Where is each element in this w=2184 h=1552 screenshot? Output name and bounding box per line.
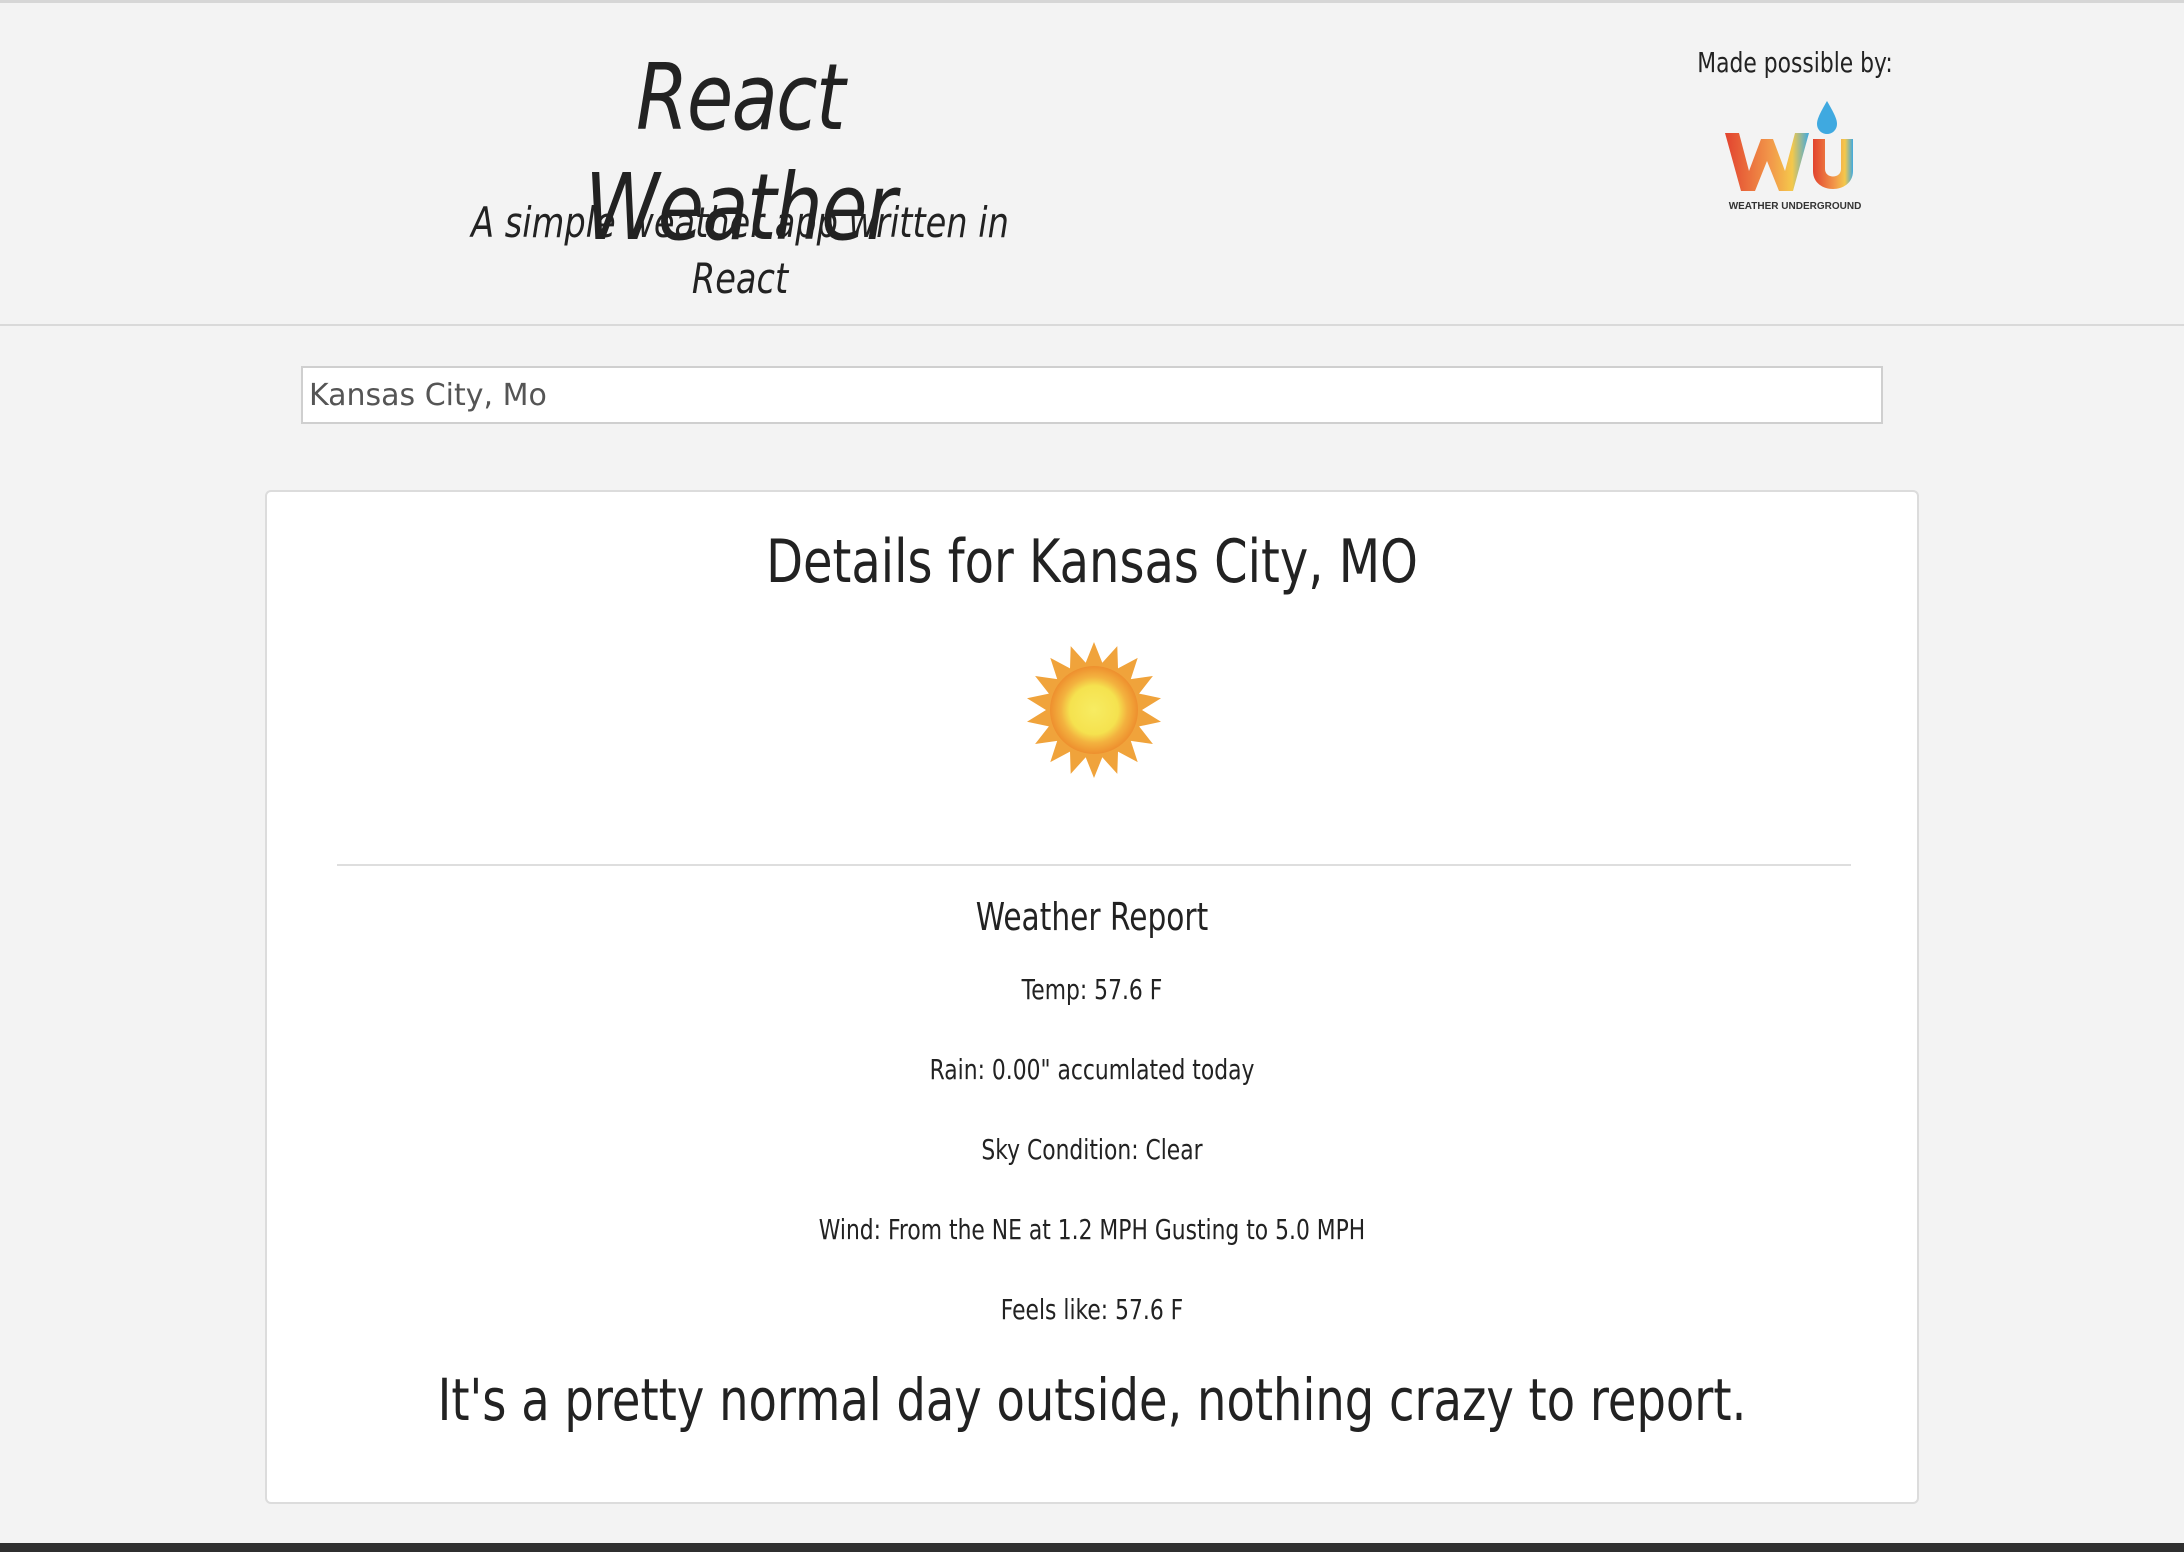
feels-like-line: Feels like: 57.6 F (1000, 1293, 1184, 1326)
wu-logo-text: WEATHER UNDERGROUND (1729, 201, 1862, 212)
temp-line: Temp: 57.6 F (1021, 973, 1163, 1006)
rain-line: Rain: 0.00" accumlated today (929, 1053, 1255, 1086)
weather-summary: It's a pretty normal day outside, nothin… (437, 1366, 1747, 1434)
water-drop-icon (1817, 101, 1837, 134)
sponsor-block: Made possible by: WEATHER UNDERGROUND (1660, 43, 1930, 213)
details-card: Details for Kansas City, MO Weather Repo… (265, 490, 1919, 1504)
sky-condition-line: Sky Condition: Clear (981, 1133, 1203, 1166)
wind-line: Wind: From the NE at 1.2 MPH Gusting to … (818, 1213, 1366, 1246)
bottom-strip (0, 1543, 2184, 1552)
sponsor-label: Made possible by: (1697, 46, 1893, 79)
details-title: Details for Kansas City, MO (766, 527, 1418, 597)
weather-report-title: Weather Report (975, 895, 1209, 939)
weather-underground-logo[interactable]: WEATHER UNDERGROUND (1715, 99, 1875, 213)
location-search-input[interactable] (301, 366, 1883, 424)
divider (337, 864, 1851, 866)
app-header: React Weather A simple weather app writt… (0, 3, 2184, 326)
search-container (301, 366, 1883, 424)
sun-icon (1027, 642, 1161, 778)
app-subtitle: A simple weather app written in React (471, 198, 1009, 303)
